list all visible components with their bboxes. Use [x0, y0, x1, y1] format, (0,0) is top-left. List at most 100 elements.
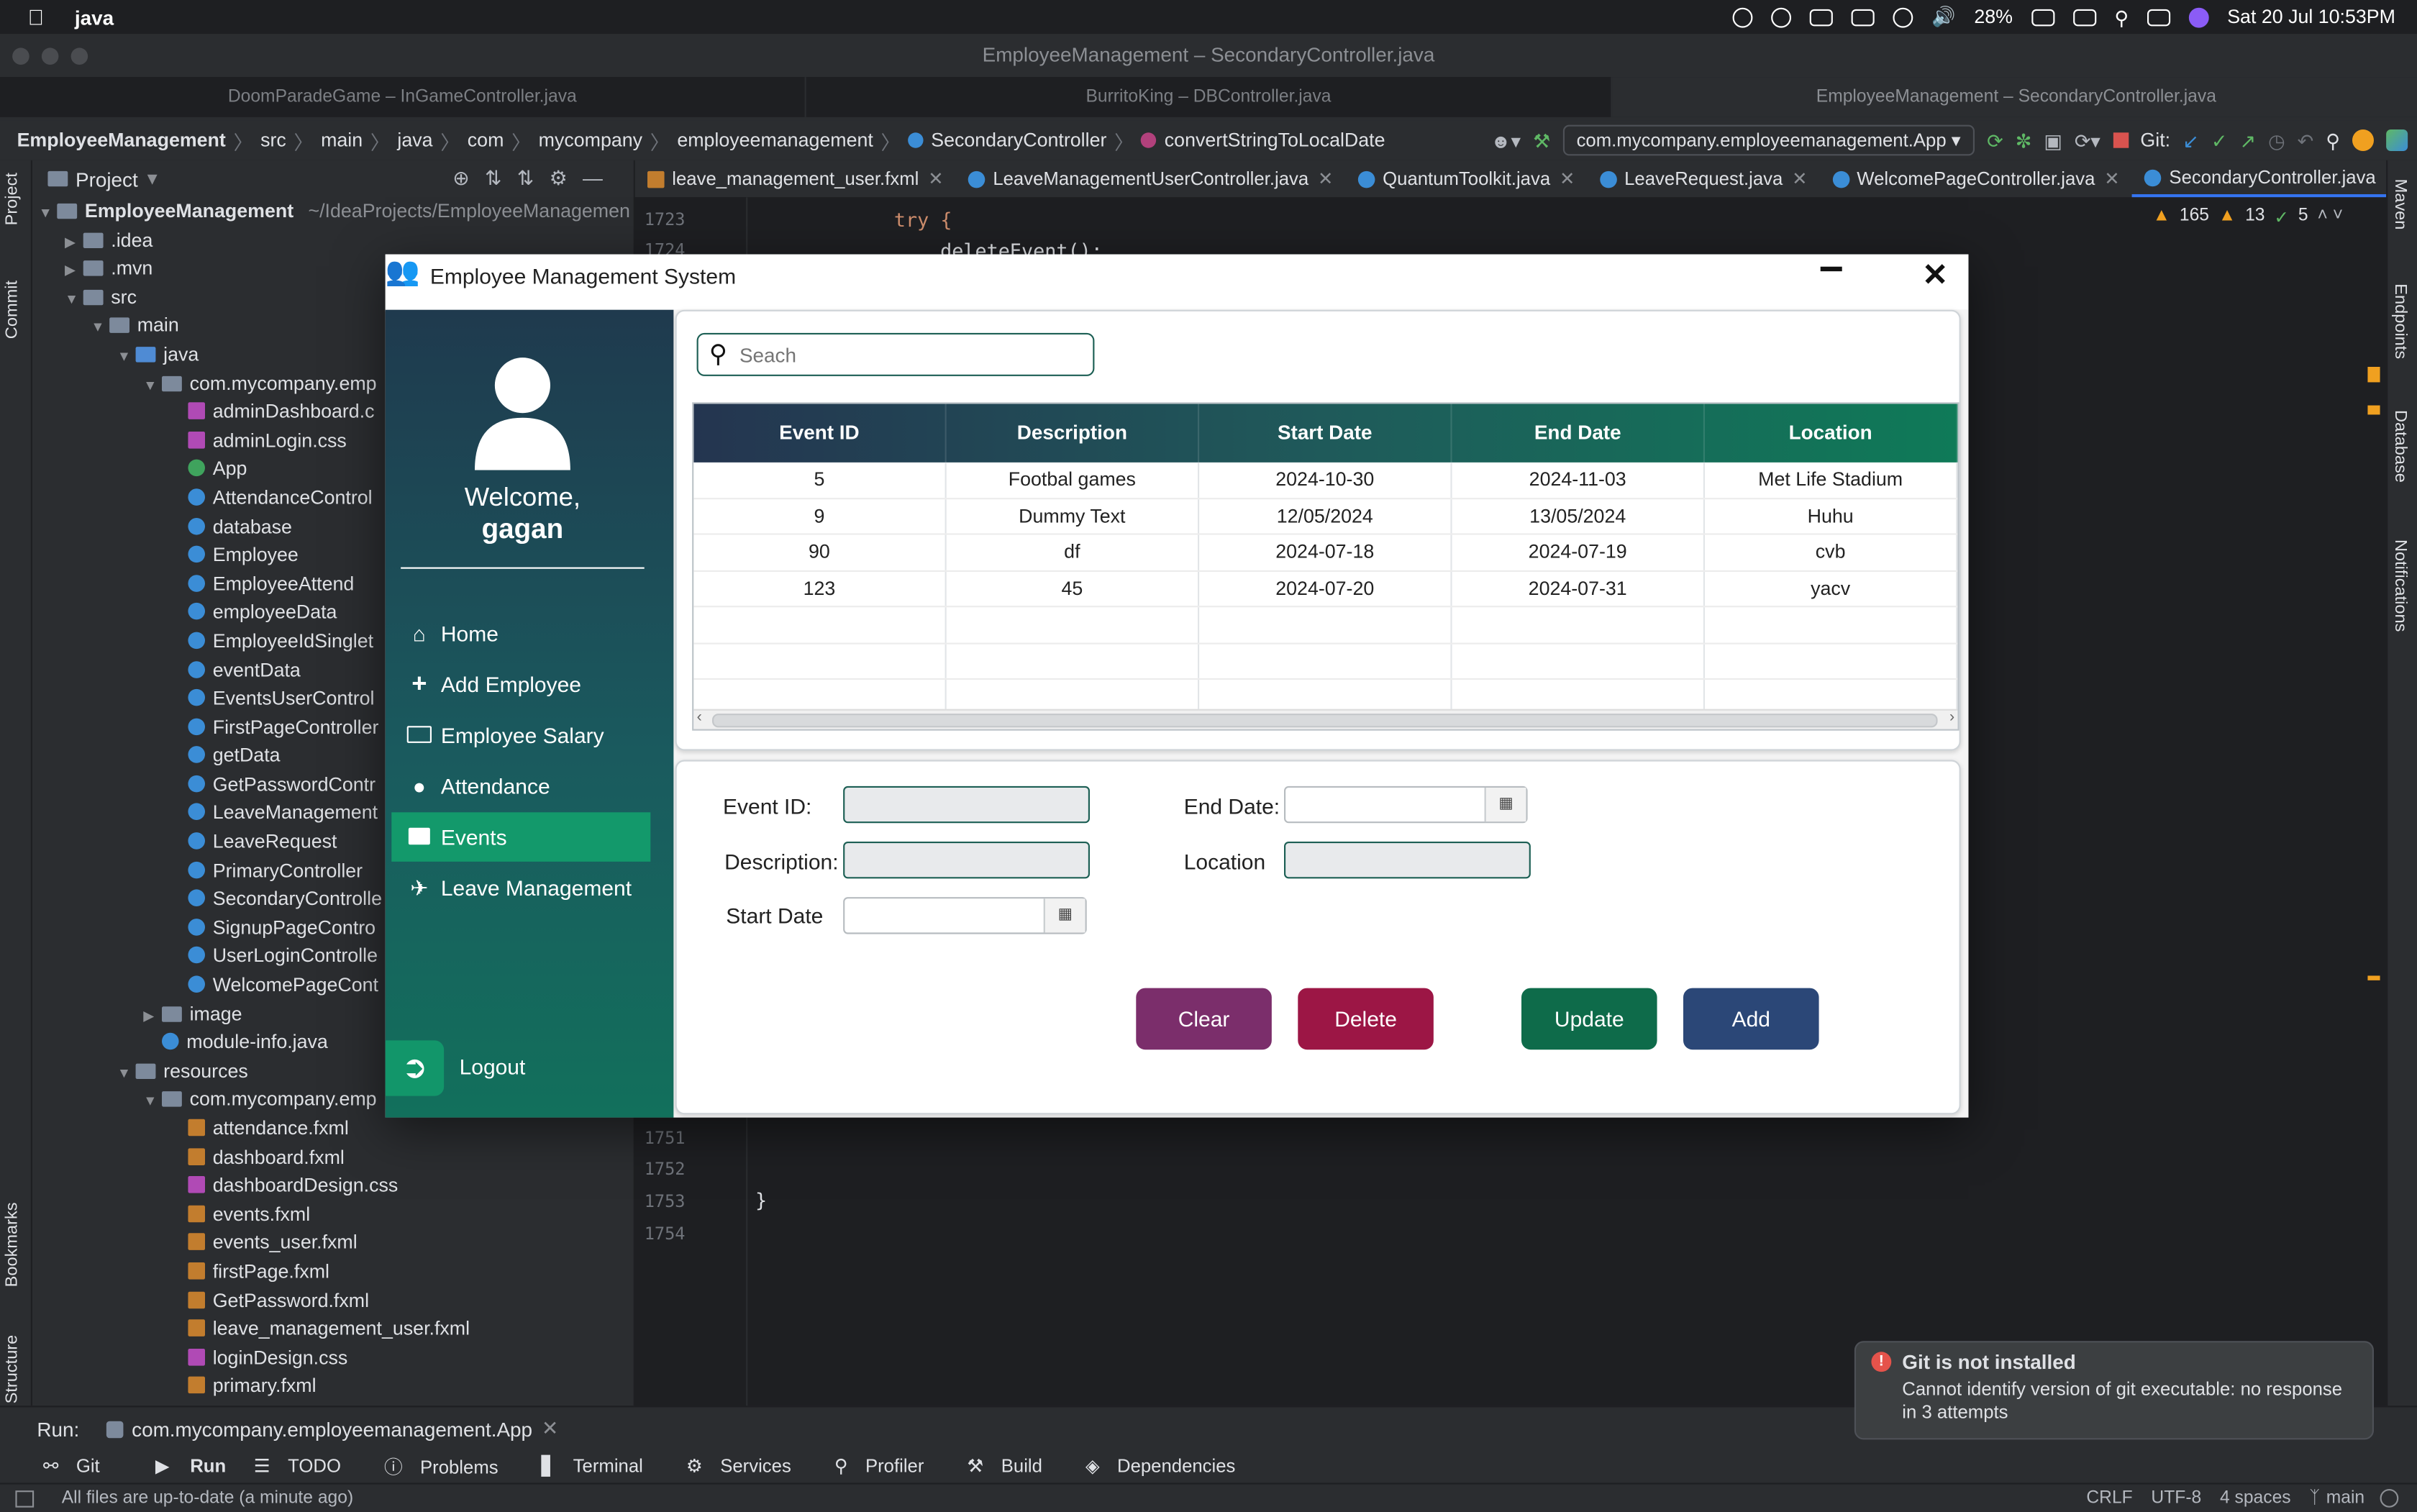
nav-arrows-icon[interactable]: ˄ ˅ — [2317, 206, 2343, 228]
error-stripe-mark[interactable] — [2367, 975, 2380, 980]
tree-item[interactable]: events.fxml — [32, 1201, 634, 1229]
start-date-picker[interactable]: ▦ — [843, 897, 1087, 934]
project-tab[interactable]: EmployeeManagement – SecondaryController… — [1612, 77, 2417, 117]
project-tab[interactable]: BurritoKing – DBController.java — [806, 77, 1613, 117]
update-button[interactable]: Update — [1521, 988, 1657, 1050]
file-encoding[interactable]: UTF-8 — [2151, 1489, 2201, 1508]
breadcrumb-item[interactable]: EmployeeManagement — [17, 129, 226, 151]
nav-home[interactable]: ⌂ Home — [391, 609, 650, 658]
volume-icon[interactable]: 🔊 — [1931, 6, 1955, 29]
chevron-down-icon[interactable]: ▼ — [117, 342, 136, 371]
stop-icon[interactable] — [2112, 132, 2129, 148]
build-icon[interactable]: ⚒ — [1533, 129, 1550, 152]
scroll-right-icon[interactable]: › — [1949, 709, 1954, 727]
tool-tab-dependencies[interactable]: ◈ Dependencies — [1085, 1455, 1251, 1477]
project-tab[interactable]: DoomParadeGame – InGameController.java — [0, 77, 806, 117]
tree-item[interactable]: loginDesign.css — [32, 1344, 634, 1372]
control-center-icon[interactable] — [2147, 8, 2170, 26]
bookmarks-tool-button[interactable]: Bookmarks — [3, 1202, 22, 1287]
endpoints-tool-button[interactable]: Endpoints — [2391, 283, 2410, 359]
minimize-icon[interactable] — [1820, 266, 1842, 272]
git-update-icon[interactable]: ↙ — [2182, 129, 2198, 152]
notifications-tool-button[interactable]: Notifications — [2391, 539, 2410, 632]
tool-tab-profiler[interactable]: ⚲ Profiler — [834, 1455, 939, 1477]
run-configuration-select[interactable]: com.mycompany.employeemanagement.App ▾ — [1562, 124, 1975, 156]
clear-button[interactable]: Clear — [1136, 988, 1272, 1050]
debug-icon[interactable]: ✼ — [2016, 129, 2031, 152]
close-icon[interactable]: ✕ — [1792, 160, 1808, 197]
close-icon[interactable]: ✕ — [542, 1416, 558, 1441]
chevron-down-icon[interactable]: ▼ — [143, 1088, 162, 1116]
editor-tab[interactable]: WelcomePageController.java ✕ — [1820, 160, 2132, 197]
coverage-icon[interactable]: ▣ — [2044, 129, 2062, 152]
tree-root[interactable]: ▼ EmployeeManagement ~/IdeaProjects/Emplo… — [32, 197, 634, 226]
breadcrumb-item[interactable]: java — [397, 129, 432, 151]
tool-tab-services[interactable]: ⚙ Services — [686, 1455, 806, 1477]
breadcrumb-item[interactable]: com — [468, 129, 504, 151]
indent-setting[interactable]: 4 spaces — [2220, 1489, 2291, 1508]
calendar-icon[interactable]: ▦ — [1484, 788, 1526, 822]
close-window-button[interactable] — [12, 47, 29, 65]
tree-item[interactable]: firstPage.fxml — [32, 1258, 634, 1287]
delete-button[interactable]: Delete — [1298, 988, 1434, 1050]
editor-tab[interactable]: QuantumToolkit.java ✕ — [1346, 160, 1588, 197]
editor-tab-active[interactable]: SecondaryController.java✕ — [2132, 160, 2413, 198]
chevron-down-icon[interactable]: ▾ — [147, 166, 158, 191]
close-icon[interactable]: ✕ — [1922, 256, 1948, 295]
chevron-right-icon[interactable]: ▶ — [65, 256, 83, 285]
rollback-icon[interactable]: ↶ — [2298, 129, 2313, 152]
scrollbar-thumb[interactable] — [711, 714, 1938, 728]
error-stripe-mark[interactable] — [2367, 366, 2380, 383]
history-icon[interactable]: ◷ — [2268, 129, 2285, 152]
editor-tab[interactable]: LeaveRequest.java ✕ — [1588, 160, 1820, 197]
chevron-right-icon[interactable]: ▶ — [65, 227, 83, 256]
horizontal-scrollbar[interactable]: ‹ › — [693, 709, 1958, 729]
tree-item[interactable]: attendance.fxml — [32, 1114, 634, 1143]
breadcrumb-class[interactable]: SecondaryController — [931, 129, 1106, 151]
table-row[interactable]: 9 Dummy Text 12/05/2024 13/05/2024 Huhu — [693, 498, 1958, 535]
tree-item[interactable]: ▶ .idea — [32, 226, 634, 255]
updates-icon[interactable] — [2352, 129, 2374, 151]
panel-actions[interactable]: ⊕⇅⇅⚙— — [452, 166, 618, 191]
breadcrumb-item[interactable]: employeemanagement — [677, 129, 873, 151]
record-icon[interactable] — [1893, 6, 1913, 27]
tree-item[interactable]: GetPassword.fxml — [32, 1286, 634, 1315]
status-icon[interactable] — [1732, 6, 1753, 27]
git-branch[interactable]: main — [2326, 1489, 2364, 1508]
ai-assistant-icon[interactable] — [2386, 129, 2408, 151]
status-message[interactable]: All files are up-to-date (a minute ago) — [62, 1489, 353, 1508]
user-icon[interactable]: ☻▾ — [1490, 129, 1521, 152]
search-icon[interactable]: ⚲ — [2114, 6, 2129, 29]
nav-leave-management[interactable]: ✈ Leave Management — [391, 863, 650, 913]
apple-icon[interactable]:  — [28, 4, 45, 29]
add-button[interactable]: Add — [1683, 988, 1819, 1050]
chevron-down-icon[interactable]: ▼ — [91, 314, 109, 342]
status-icon[interactable] — [1809, 8, 1834, 26]
tree-item[interactable]: dashboardDesign.css — [32, 1172, 634, 1201]
nav-add-employee[interactable]: + Add Employee — [391, 660, 650, 709]
calendar-icon[interactable]: ▦ — [1043, 898, 1085, 933]
breadcrumb-item[interactable]: main — [321, 129, 363, 151]
tree-item[interactable]: primary.fxml — [32, 1372, 634, 1401]
breadcrumb-method[interactable]: convertStringToLocalDate — [1165, 129, 1385, 151]
scroll-left-icon[interactable]: ‹ — [697, 709, 702, 727]
battery-icon[interactable] — [2031, 8, 2054, 26]
line-separator[interactable]: CRLF — [2086, 1489, 2132, 1508]
profile-icon[interactable]: ⟳▾ — [2075, 129, 2100, 152]
tree-item[interactable]: dashboard.fxml — [32, 1143, 634, 1172]
menu-clock[interactable]: Sat 20 Jul 10:53PM — [2227, 6, 2395, 28]
nav-events[interactable]: Events — [391, 812, 651, 862]
column-event-id[interactable]: Event ID — [693, 404, 947, 463]
description-field[interactable] — [843, 842, 1090, 879]
location-field[interactable] — [1284, 842, 1531, 879]
commit-tool-button[interactable]: Commit — [3, 281, 22, 339]
project-panel-title[interactable]: Project — [76, 168, 138, 191]
tool-tab-todo[interactable]: ☰ TODO — [254, 1455, 357, 1477]
tool-tab-git[interactable]: ⚯ Git — [43, 1455, 115, 1477]
tool-tab-problems[interactable]: ⓘ Problems — [384, 1453, 514, 1479]
search-box[interactable]: ⚲ — [696, 332, 1095, 376]
git-push-icon[interactable]: ↗ — [2239, 129, 2255, 152]
inspection-widget[interactable]: ▲ 165 ▲ 13 ✓ 5 ˄ ˅ — [2153, 206, 2344, 228]
column-end-date[interactable]: End Date — [1452, 404, 1705, 463]
chevron-down-icon[interactable]: ▼ — [117, 1059, 136, 1088]
